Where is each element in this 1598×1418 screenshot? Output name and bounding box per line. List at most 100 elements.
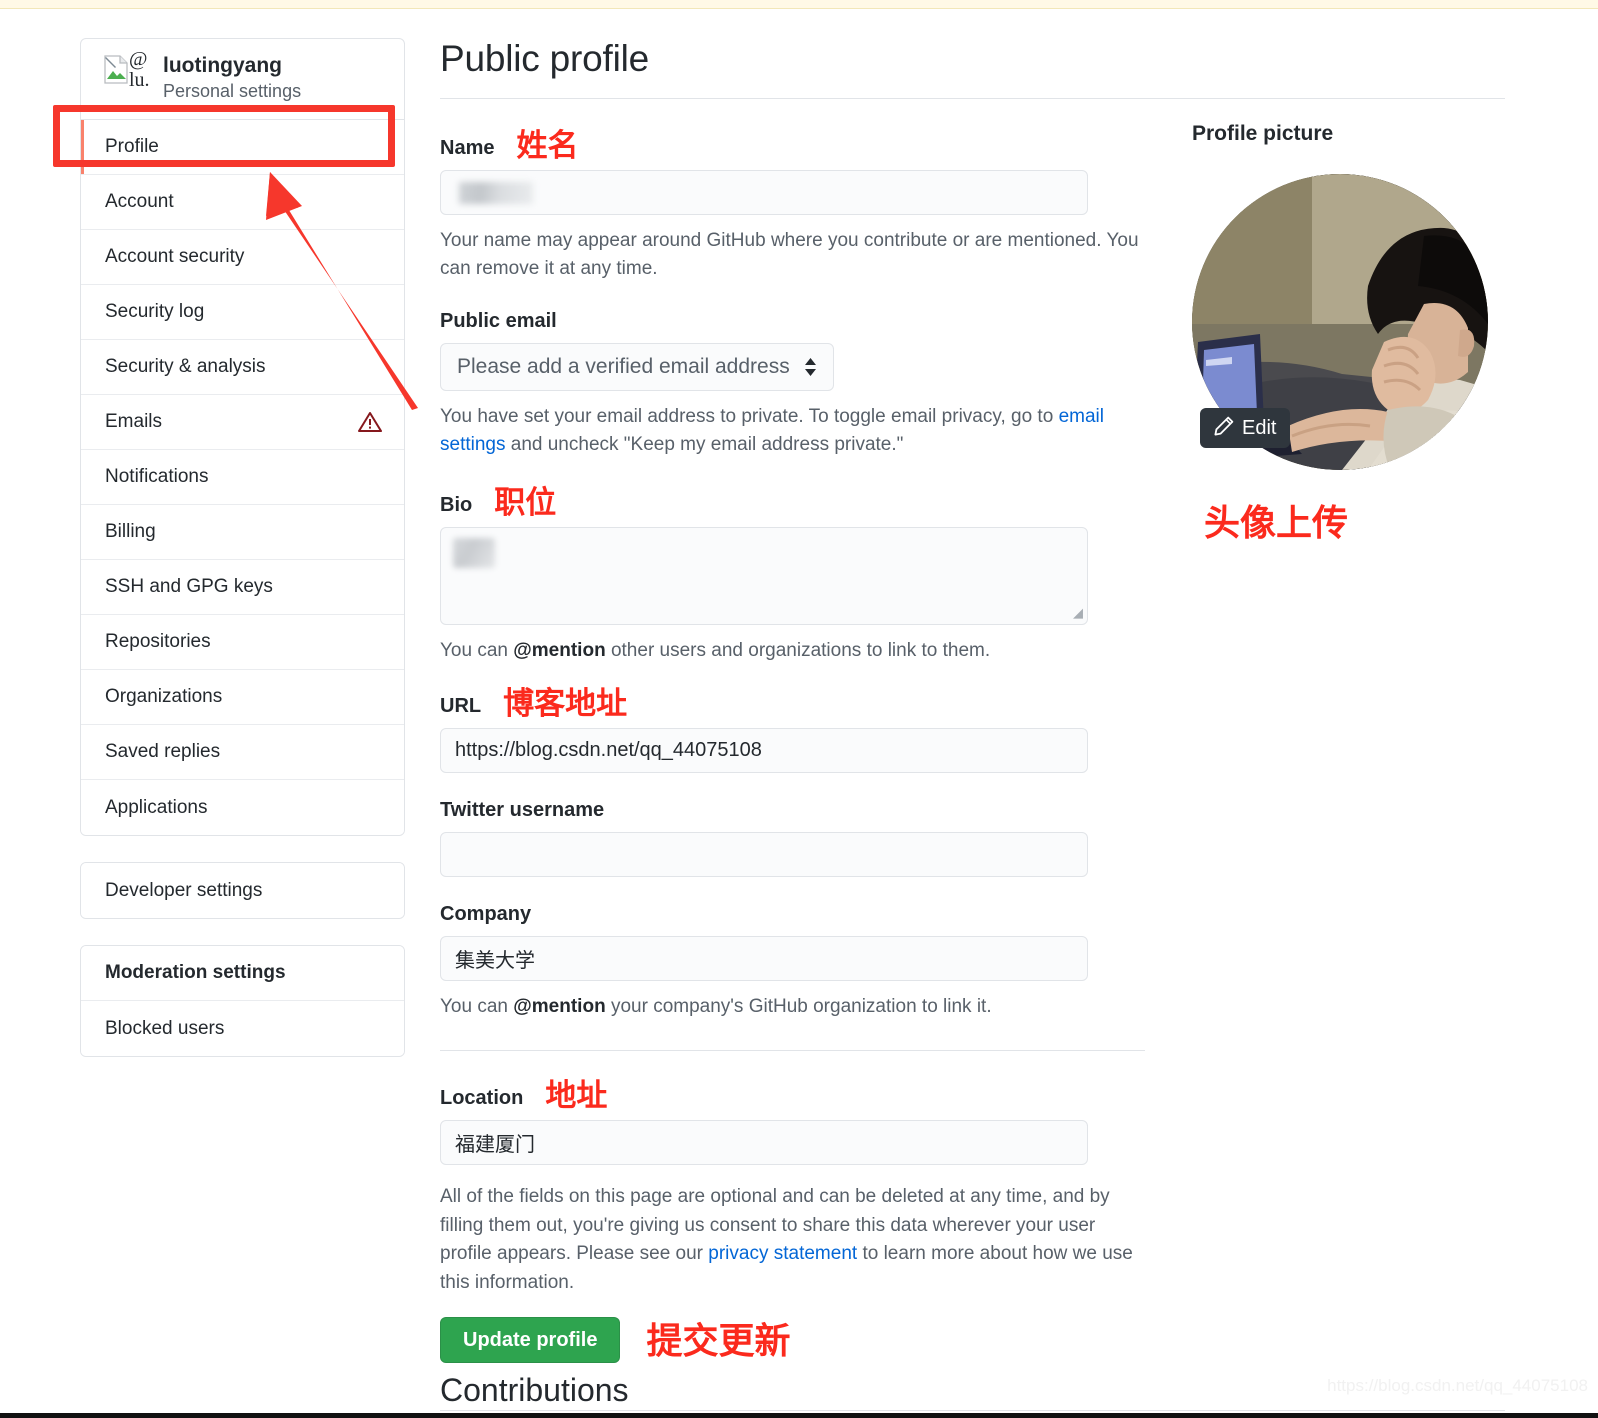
update-annotation: 提交更新 xyxy=(646,1321,791,1363)
warning-icon xyxy=(358,411,382,433)
redacted-name-value xyxy=(459,181,533,204)
sidebar-user-subtitle: Personal settings xyxy=(163,81,302,102)
sidebar-item-label: Emails xyxy=(105,411,163,432)
sidebar-item-account-security[interactable]: Account security xyxy=(81,230,404,285)
public-email-select[interactable]: Please add a verified email address xyxy=(440,343,834,392)
location-value: 福建厦门 xyxy=(455,1134,535,1157)
name-label: Name xyxy=(440,137,495,159)
bio-annotation: 职位 xyxy=(494,485,557,522)
bio-label: Bio xyxy=(440,494,473,517)
sidebar-item-label: Blocked users xyxy=(105,1017,225,1039)
url-input[interactable]: https://blog.csdn.net/qq_44075108 xyxy=(440,727,1088,773)
settings-sidebar: @ lu. luotingyang Personal settings Prof… xyxy=(80,38,405,1057)
sidebar-item-label: Saved replies xyxy=(105,741,221,762)
company-hint-before: You can xyxy=(440,995,514,1017)
privacy-statement-link[interactable]: privacy statement xyxy=(708,1243,857,1264)
bio-hint-before: You can xyxy=(440,640,514,662)
sidebar-item-label: Notifications xyxy=(105,466,209,487)
sidebar-item-label: Applications xyxy=(105,796,208,818)
company-value: 集美大学 xyxy=(455,949,535,972)
broken-avatar-alt-text: @ lu. xyxy=(129,48,150,91)
sidebar-item-label: Billing xyxy=(105,521,156,542)
location-label: Location xyxy=(440,1087,524,1110)
main-content: Public profile Name 姓名 Your name may app… xyxy=(440,38,1505,1364)
sidebar-item-emails[interactable]: Emails xyxy=(81,395,404,450)
bio-hint-after: other users and organizations to link to… xyxy=(605,640,991,662)
company-label: Company xyxy=(440,902,532,925)
sidebar-item-label: Security & analysis xyxy=(105,356,266,377)
twitter-field-group: Twitter username xyxy=(440,799,1160,877)
broken-avatar-icon: @ lu. xyxy=(103,49,157,103)
location-field-group: Location 地址 福建厦门 xyxy=(440,1079,1160,1166)
sidebar-item-account[interactable]: Account xyxy=(81,175,404,230)
notification-band xyxy=(0,0,1598,9)
redacted-bio-value xyxy=(453,538,495,569)
company-input[interactable]: 集美大学 xyxy=(440,935,1088,981)
bio-field-group: Bio 职位 ◢ You can @mention other users an… xyxy=(440,486,1160,665)
sidebar-item-applications[interactable]: Applications xyxy=(81,780,404,835)
url-label: URL xyxy=(440,694,482,717)
update-button-row: Update profile 提交更新 xyxy=(440,1317,1160,1364)
sidebar-username: luotingyang xyxy=(163,54,282,78)
name-annotation: 姓名 xyxy=(516,128,579,164)
name-hint: Your name may appear around GitHub where… xyxy=(440,230,1139,279)
edit-avatar-button[interactable]: Edit xyxy=(1200,408,1291,448)
page-title: Public profile xyxy=(440,38,650,79)
url-annotation: 博客地址 xyxy=(503,685,628,722)
sidebar-item-label: Profile xyxy=(105,136,159,157)
moderation-heading-label: Moderation settings xyxy=(105,962,286,983)
sidebar-item-developer-settings[interactable]: Developer settings xyxy=(81,863,404,918)
sidebar-item-notifications[interactable]: Notifications xyxy=(81,450,404,505)
sidebar-item-billing[interactable]: Billing xyxy=(81,505,404,560)
contributions-heading: Contributions xyxy=(440,1372,629,1402)
bottom-edge-bar xyxy=(0,1413,1598,1418)
sidebar-item-blocked-users[interactable]: Blocked users xyxy=(81,1001,404,1056)
company-field-group: Company 集美大学 You can @mention your compa… xyxy=(440,903,1160,1021)
url-value: https://blog.csdn.net/qq_44075108 xyxy=(455,738,762,761)
twitter-input[interactable] xyxy=(440,831,1088,877)
watermark: https://blog.csdn.net/qq_44075108 xyxy=(1327,1376,1588,1395)
public-email-label: Public email xyxy=(440,310,557,333)
bio-textarea[interactable]: ◢ xyxy=(440,527,1088,626)
profile-picture-label: Profile picture xyxy=(1192,122,1334,145)
contributions-divider xyxy=(440,1410,1505,1411)
public-email-hint-before: You have set your email address to priva… xyxy=(440,406,1059,428)
pencil-icon xyxy=(1214,416,1234,440)
sidebar-item-organizations[interactable]: Organizations xyxy=(81,670,404,725)
edit-avatar-label: Edit xyxy=(1242,417,1277,439)
sidebar-item-label: Developer settings xyxy=(105,879,263,901)
sidebar-item-label: Security log xyxy=(105,301,205,322)
url-field-group: URL 博客地址 https://blog.csdn.net/qq_440751… xyxy=(440,687,1160,773)
sidebar-item-saved-replies[interactable]: Saved replies xyxy=(81,725,404,780)
sidebar-item-label: SSH and GPG keys xyxy=(105,576,273,597)
settings-page: @ lu. luotingyang Personal settings Prof… xyxy=(0,0,1598,1418)
section-divider xyxy=(440,1050,1145,1052)
sidebar-item-security-log[interactable]: Security log xyxy=(81,285,404,340)
name-field-group: Name 姓名 Your name may appear around GitH… xyxy=(440,129,1160,282)
developer-settings-card: Developer settings xyxy=(80,862,405,919)
avatar-wrapper: Edit xyxy=(1192,174,1488,470)
public-email-hint-after: and uncheck "Keep my email address priva… xyxy=(505,433,904,455)
chevron-updown-icon xyxy=(804,357,817,377)
location-input[interactable]: 福建厦门 xyxy=(440,1120,1088,1166)
twitter-label: Twitter username xyxy=(440,798,605,821)
moderation-settings-card: Moderation settings Blocked users xyxy=(80,945,405,1057)
public-email-hint: You have set your email address to priva… xyxy=(440,403,1140,458)
sidebar-item-label: Account security xyxy=(105,246,245,267)
update-profile-button[interactable]: Update profile xyxy=(440,1317,621,1364)
company-hint: You can @mention your company's GitHub o… xyxy=(440,993,1140,1021)
sidebar-user-header: @ lu. luotingyang Personal settings xyxy=(81,39,404,120)
title-divider xyxy=(440,98,1505,99)
sidebar-item-security-analysis[interactable]: Security & analysis xyxy=(81,340,404,395)
public-email-selected-option: Please add a verified email address xyxy=(457,355,790,379)
company-hint-after: your company's GitHub organization to li… xyxy=(605,995,992,1017)
name-input[interactable] xyxy=(440,170,1088,215)
resize-handle[interactable]: ◢ xyxy=(1073,605,1083,621)
sidebar-item-ssh-gpg-keys[interactable]: SSH and GPG keys xyxy=(81,560,404,615)
bio-hint-mention: @mention xyxy=(513,640,606,662)
public-email-field-group: Public email Please add a verified email… xyxy=(440,310,1160,458)
sidebar-item-repositories[interactable]: Repositories xyxy=(81,615,404,670)
sidebar-item-profile[interactable]: Profile xyxy=(81,120,404,175)
company-hint-mention: @mention xyxy=(513,995,606,1017)
bio-hint: You can @mention other users and organiz… xyxy=(440,637,1140,665)
